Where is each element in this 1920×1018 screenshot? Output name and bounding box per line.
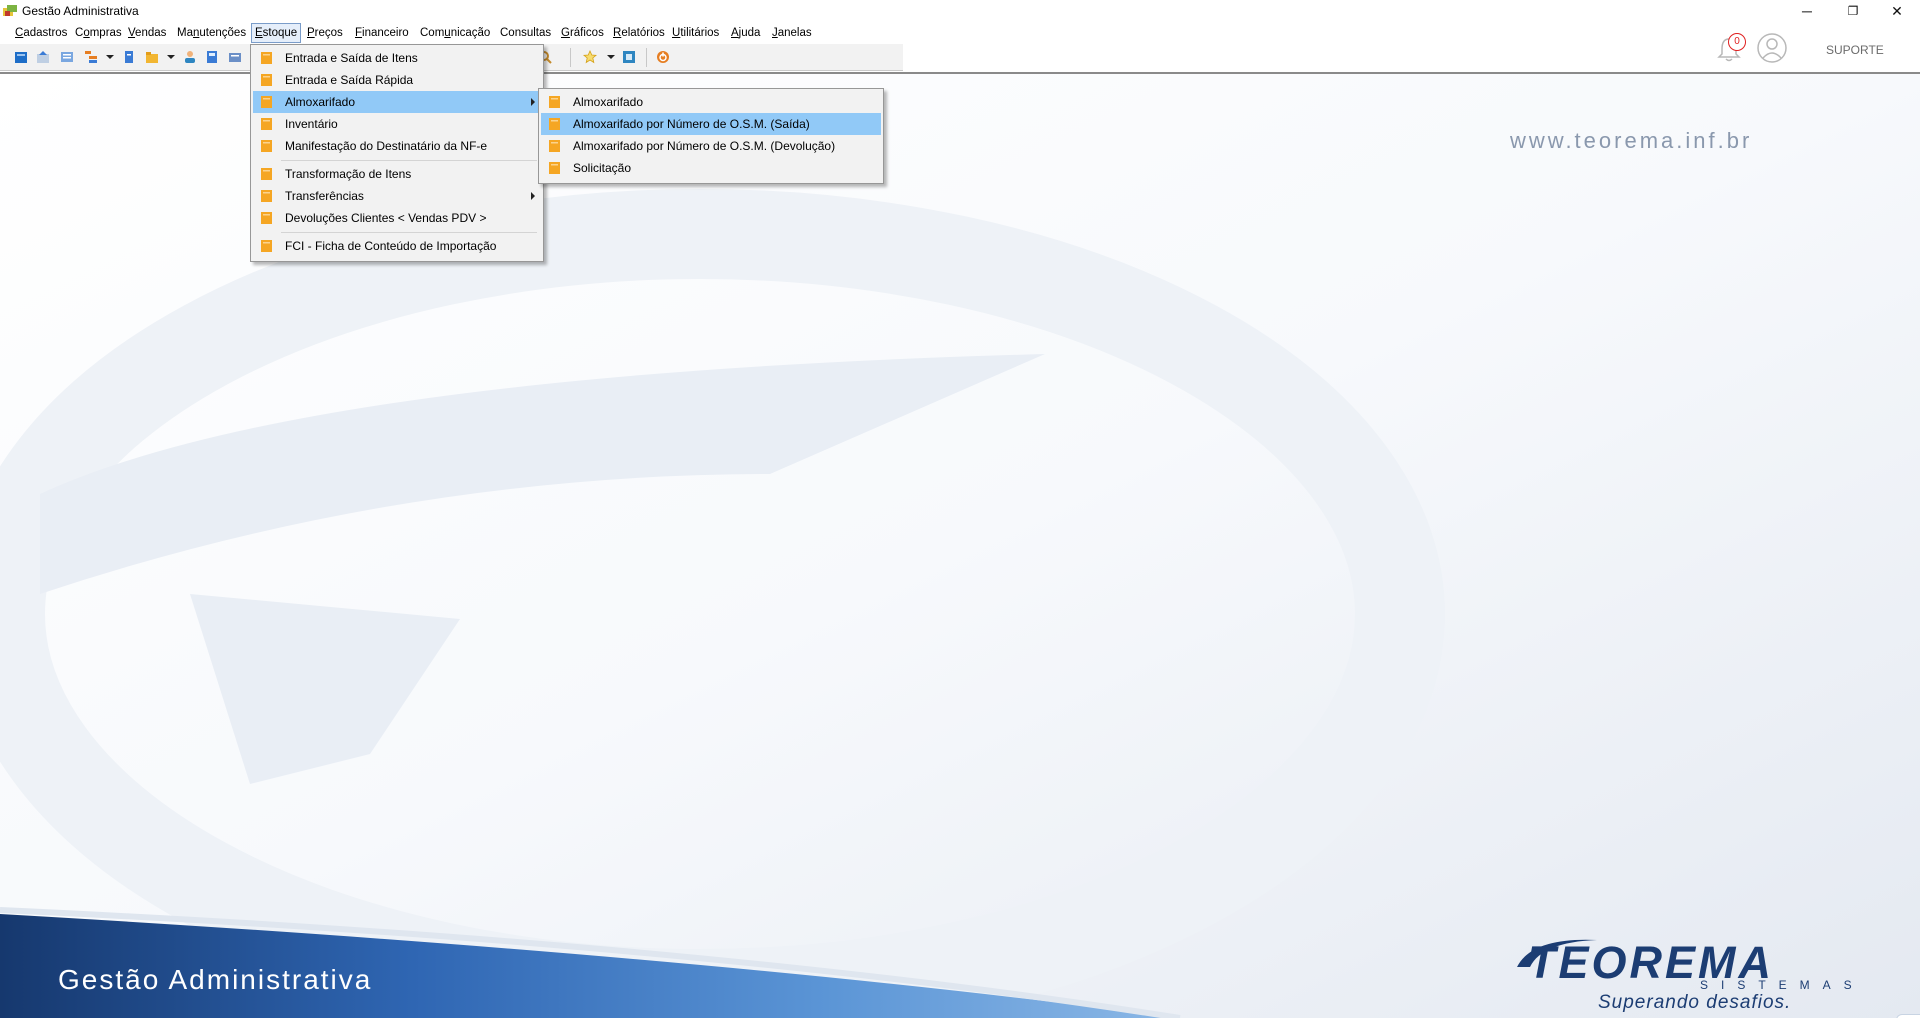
user-avatar-icon[interactable]	[1756, 32, 1788, 64]
menu-ajuda[interactable]: Ajuda	[731, 27, 760, 39]
menu-item-manifestacao-destinatario[interactable]: Manifestação do Destinatário da NF-e	[253, 135, 541, 157]
menu-item-entrada-saida-rapida[interactable]: Entrada e Saída Rápida	[253, 69, 541, 91]
menu-item-label: Solicitação	[573, 161, 632, 175]
submenu-item-almoxarifado-osm-devolucao[interactable]: Almoxarifado por Número de O.S.M. (Devol…	[541, 135, 881, 157]
menu-item-label: FCI - Ficha de Conteúdo de Importação	[285, 239, 497, 253]
menu-separator	[281, 232, 537, 233]
card-icon[interactable]	[228, 50, 242, 64]
orange-document-icon	[260, 73, 274, 87]
notification-badge[interactable]: 0	[1728, 33, 1746, 51]
tree-dropdown-arrow[interactable]	[106, 55, 114, 59]
menu-utilitarios[interactable]: Utilitários	[672, 27, 719, 39]
menu-compras[interactable]: Compras	[75, 27, 122, 39]
app-icon	[3, 5, 17, 16]
menu-janelas[interactable]: Janelas	[772, 27, 812, 39]
website-text: www.teorema.inf.br	[1510, 128, 1753, 153]
restore-button[interactable]: ❐	[1830, 0, 1876, 22]
menu-item-label: Entrada e Saída de Itens	[285, 51, 418, 65]
toolbar-separator	[570, 48, 571, 67]
orange-document-icon	[260, 167, 274, 181]
orange-document-icon	[260, 211, 274, 225]
orange-document-icon	[548, 95, 562, 109]
almoxarifado-submenu: Almoxarifado Almoxarifado por Número de …	[538, 88, 884, 184]
menu-precos[interactable]: Preços	[307, 27, 343, 39]
close-button[interactable]: ✕	[1874, 0, 1920, 22]
orange-document-icon	[260, 117, 274, 131]
menu-relatorios[interactable]: Relatórios	[613, 27, 665, 39]
orange-document-icon	[548, 139, 562, 153]
menu-estoque[interactable]: Estoque	[251, 23, 302, 43]
submenu-item-almoxarifado[interactable]: Almoxarifado	[541, 91, 881, 113]
folder-dropdown-arrow[interactable]	[167, 55, 175, 59]
menu-item-entrada-saida-itens[interactable]: Entrada e Saída de Itens	[253, 47, 541, 69]
footer-app-title: Gestão Administrativa	[58, 964, 373, 995]
menu-item-label: Devoluções Clientes < Vendas PDV >	[285, 211, 487, 225]
submenu-arrow-icon	[531, 98, 535, 106]
import-icon[interactable]	[36, 50, 50, 64]
menu-item-label: Entrada e Saída Rápida	[285, 73, 414, 87]
folder-icon[interactable]	[145, 50, 159, 64]
new-document-icon[interactable]	[14, 50, 28, 64]
menu-item-label: Inventário	[285, 117, 338, 131]
logo-subtitle: SISTEMAS	[1700, 978, 1865, 992]
window-title: Gestão Administrativa	[22, 4, 139, 18]
menu-item-devolucoes-clientes[interactable]: Devoluções Clientes < Vendas PDV >	[253, 207, 541, 229]
menu-bar: Cadastros Compras Vendas Manutenções Est…	[0, 22, 904, 44]
menu-financeiro[interactable]: Financeiro	[355, 27, 409, 39]
star-dropdown-arrow[interactable]	[607, 55, 615, 59]
menu-consultas[interactable]: Consultas	[500, 27, 551, 39]
minimize-button[interactable]: ─	[1784, 0, 1830, 22]
remote-support-tab[interactable]	[1896, 1014, 1920, 1018]
menu-manutencoes[interactable]: Manutenções	[177, 27, 246, 39]
orange-document-icon	[260, 189, 274, 203]
orange-document-icon	[260, 51, 274, 65]
menu-item-fci[interactable]: FCI - Ficha de Conteúdo de Importação	[253, 235, 541, 257]
submenu-item-almoxarifado-osm-saida[interactable]: Almoxarifado por Número de O.S.M. (Saída…	[541, 113, 881, 135]
tree-icon[interactable]	[84, 50, 98, 64]
menu-comunicacao[interactable]: Comunicação	[420, 27, 490, 39]
menu-separator	[281, 160, 537, 161]
menu-item-label: Transformação de Itens	[285, 167, 412, 181]
toolbar-separator	[646, 48, 647, 67]
menu-item-label: Almoxarifado	[573, 95, 644, 109]
menu-item-almoxarifado[interactable]: Almoxarifado	[253, 91, 541, 113]
submenu-item-solicitacao[interactable]: Solicitação	[541, 157, 881, 179]
orange-document-icon	[260, 139, 274, 153]
grid-icon[interactable]	[60, 50, 74, 64]
user-icon[interactable]	[183, 50, 197, 64]
menu-item-label: Manifestação do Destinatário da NF-e	[285, 139, 488, 153]
user-label[interactable]: SUPORTE	[1826, 43, 1884, 57]
menu-item-transformacao-itens[interactable]: Transformação de Itens	[253, 163, 541, 185]
menu-item-label: Almoxarifado	[285, 95, 356, 109]
blue-box-icon[interactable]	[622, 50, 636, 64]
blue-document-icon[interactable]	[122, 50, 136, 64]
orange-document-icon	[260, 95, 274, 109]
orange-document-icon	[548, 161, 562, 175]
orange-document-icon	[260, 239, 274, 253]
estoque-dropdown-menu: Entrada e Saída de Itens Entrada e Saída…	[250, 44, 544, 262]
menu-vendas[interactable]: Vendas	[128, 27, 166, 39]
star-icon[interactable]	[583, 50, 597, 64]
menu-item-label: Transferências	[285, 189, 364, 203]
calculator-icon[interactable]	[205, 50, 219, 64]
submenu-arrow-icon	[531, 192, 535, 200]
logo-tagline: Superando desafios.	[1598, 992, 1792, 1013]
menu-graficos[interactable]: Gráficos	[561, 27, 604, 39]
menu-item-label: Almoxarifado por Número de O.S.M. (Saída…	[573, 117, 810, 131]
orange-document-icon	[548, 117, 562, 131]
menu-item-inventario[interactable]: Inventário	[253, 113, 541, 135]
power-icon[interactable]	[656, 50, 670, 64]
menu-item-label: Almoxarifado por Número de O.S.M. (Devol…	[573, 139, 836, 153]
menu-cadastros[interactable]: Cadastros	[15, 27, 67, 39]
menu-item-transferencias[interactable]: Transferências	[253, 185, 541, 207]
title-bar: Gestão Administrativa ─ ❐ ✕	[0, 0, 1920, 22]
